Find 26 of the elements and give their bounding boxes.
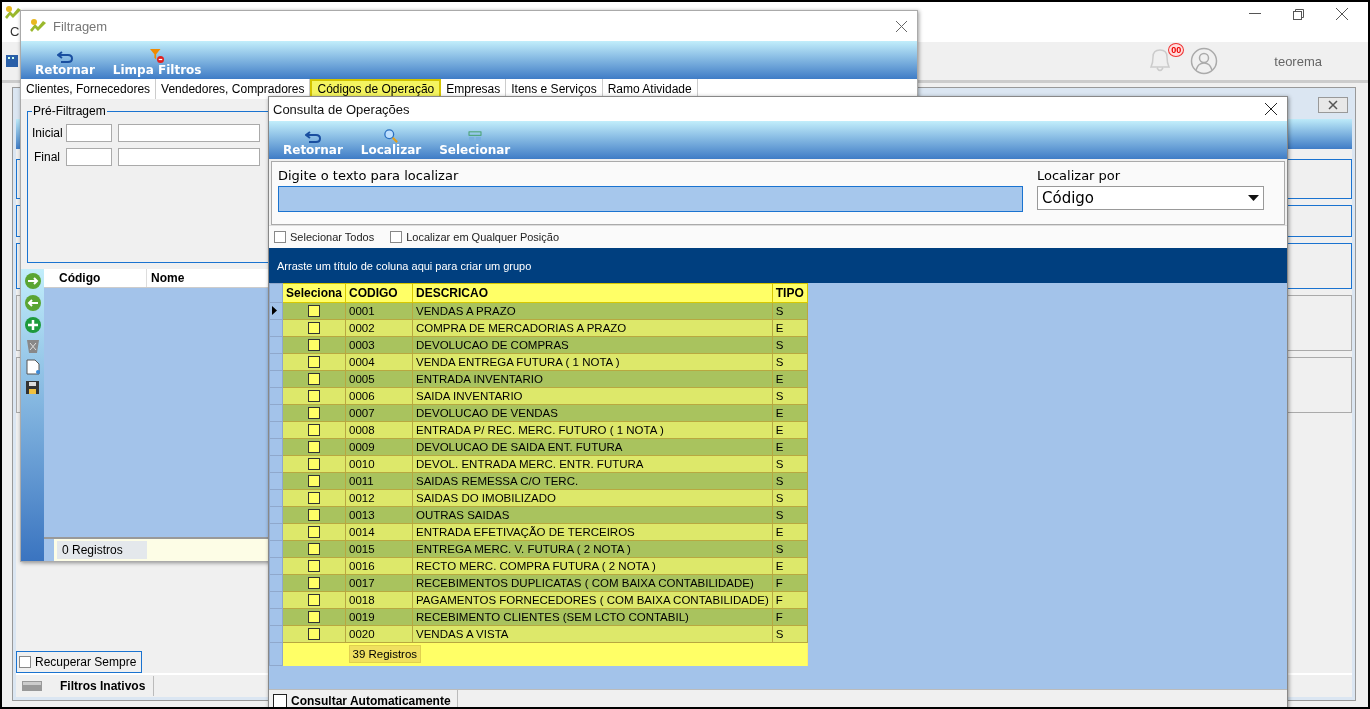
window-title: Filtragem [53, 18, 108, 34]
column-header[interactable]: TIPO [772, 283, 808, 303]
search-by-dropdown[interactable]: Código [1037, 186, 1264, 210]
record-count: 39 Registros [348, 645, 422, 664]
menu-label[interactable]: C [10, 24, 20, 39]
field-label: Digite o texto para localizar [278, 168, 460, 183]
group-hint: Arraste um título de coluna aqui para criar um grupo [277, 259, 532, 272]
field-label: Localizar por [1037, 168, 1122, 183]
tab[interactable]: Códigos de Operação [310, 79, 442, 99]
column-header[interactable]: CODIGO [345, 283, 413, 303]
field-label: Final [33, 150, 60, 164]
notification-badge: 00 [1168, 43, 1185, 57]
option-checkbox[interactable]: Selecionar Todos [274, 231, 375, 243]
column-header[interactable]: Código [55, 269, 147, 287]
column-header[interactable]: DESCRICAO [412, 283, 773, 303]
group-title: Pré-Filtragem [32, 104, 107, 118]
column-header[interactable]: Nome [147, 269, 251, 287]
option-checkbox[interactable]: Localizar em Qualquer Posição [390, 231, 560, 243]
recover-checkbox[interactable]: Recuperar Sempre [16, 651, 142, 673]
column-header[interactable]: Seleciona [282, 283, 346, 303]
window-title: Consulta de Operações [273, 101, 410, 117]
auto-query-checkbox[interactable]: Consultar Automaticamente [269, 690, 458, 707]
record-count: 0 Registros [57, 541, 147, 559]
status-text: Filtros Inativos [52, 676, 155, 696]
user-name[interactable]: teorema [1274, 53, 1322, 69]
field-label: Inicial [32, 126, 60, 140]
